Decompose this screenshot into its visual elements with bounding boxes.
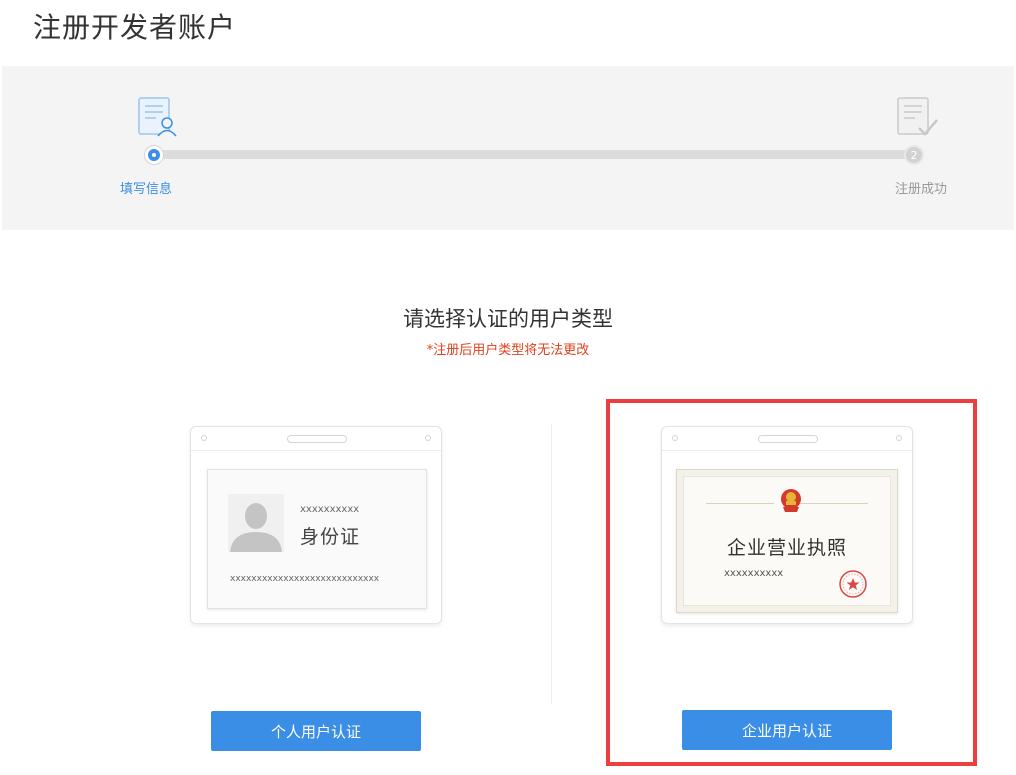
progress-track: [152, 150, 922, 159]
personal-id-card-illustration[interactable]: xxxxxxxxxx 身份证 xxxxxxxxxxxxxxxxxxxxxxxxx…: [190, 426, 442, 624]
step-1-dot: [144, 145, 164, 165]
warning-note: *注册后用户类型将无法更改: [426, 343, 590, 358]
steps-panel: 2 填写信息 注册成功: [2, 66, 1014, 230]
column-divider: [551, 424, 552, 704]
section-title: 请选择认证的用户类型: [403, 307, 613, 331]
id-card: xxxxxxxxxx 身份证 xxxxxxxxxxxxxxxxxxxxxxxxx…: [207, 469, 427, 609]
form-user-icon: [136, 96, 180, 144]
holder-hole-icon: [425, 435, 431, 441]
form-check-icon: [895, 96, 941, 144]
step-2-label: 注册成功: [895, 182, 948, 197]
step-2-dot: 2: [904, 145, 924, 165]
id-card-title: 身份证: [300, 526, 361, 548]
selected-option-highlight: [606, 399, 977, 766]
avatar-silhouette-icon: [228, 494, 284, 552]
step-1-label: 填写信息: [120, 182, 173, 197]
page-title: 注册开发者账户: [33, 11, 237, 44]
card-holder-topbar: [191, 427, 441, 451]
personal-verification-button[interactable]: 个人用户认证: [211, 711, 421, 751]
id-address-placeholder: xxxxxxxxxxxxxxxxxxxxxxxxxxxx: [230, 574, 380, 584]
holder-hole-icon: [201, 435, 207, 441]
holder-slot: [287, 435, 347, 443]
id-number-placeholder: xxxxxxxxxx: [300, 504, 360, 515]
